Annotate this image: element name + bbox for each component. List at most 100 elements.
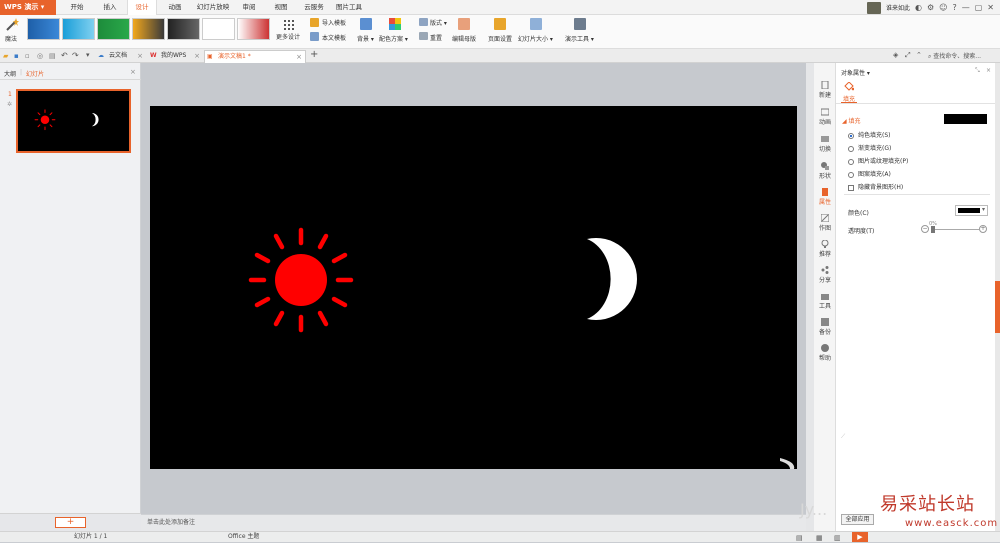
sidebar-item-shape[interactable]: 形状 [814,162,836,180]
new-tab-button[interactable]: + [310,49,318,60]
this-template-button[interactable]: 本文模板 [322,33,346,42]
tab-review[interactable]: 审阅 [236,0,262,15]
theme-thumb-6[interactable] [202,18,235,40]
sidebar-label: 备份 [818,329,831,336]
minus-icon[interactable]: − [921,225,929,233]
tab-my-wps[interactable]: W 我的WPS × [148,50,203,63]
tab-insert[interactable]: 插入 [95,0,125,15]
preview-icon[interactable]: ◎ [37,52,43,60]
slide-canvas[interactable] [150,106,797,469]
radio-picture-fill[interactable]: 图片或纹理填充(P) [848,156,908,165]
close-icon[interactable]: × [296,51,302,63]
import-template-button[interactable]: 导入模板 [322,18,346,27]
tab-cloud[interactable]: 云服务 [298,0,330,15]
apply-all-button[interactable]: 全部应用 [841,514,874,525]
sidebar-item-share[interactable]: 分享 [814,266,836,284]
close-icon[interactable]: × [137,50,143,62]
sidebar-item-help[interactable]: 帮助 [814,344,836,362]
theme-thumb-1[interactable] [27,18,60,40]
radio-pattern-fill[interactable]: 图案填充(A) [848,169,891,178]
transparency-slider-track[interactable] [931,229,979,230]
hide-background-checkbox[interactable]: 隐藏背景图形(H) [848,182,903,191]
sun-shape[interactable] [248,227,354,333]
panel-collapse-handle[interactable] [995,281,1000,333]
save-icon[interactable]: ▪ [14,52,19,60]
search-box[interactable]: ⌕ 查找命令、搜索... [928,51,998,61]
edit-master-button[interactable]: 编辑母版 [452,34,476,43]
redo-icon[interactable]: ↷ [72,51,79,60]
panel-close-icon[interactable]: × [130,68,136,76]
open-folder-icon[interactable]: ▰ [3,52,8,60]
sidebar-item-properties[interactable]: 属性 [814,188,836,206]
undo-icon[interactable]: ↶ [61,51,68,60]
moon-shape[interactable] [587,238,637,320]
fill-section-header[interactable]: ◢ 填充 [842,116,861,125]
page-setup-button[interactable]: 页面设置 [488,34,512,43]
tab-design[interactable]: 设计 [127,0,157,15]
maximize-icon[interactable]: ▢ [975,3,983,12]
tab-slideshow[interactable]: 幻灯片放映 [192,0,234,15]
slide-size-button[interactable]: 幻灯片大小 ▾ [518,34,553,43]
tab-presentation1[interactable]: ▣ 演示文稿1 * × [204,50,306,63]
color-dropdown[interactable]: ▾ [955,205,988,216]
grid-icon[interactable] [284,20,294,30]
pin-icon[interactable]: ◈ [893,51,898,59]
share-icon[interactable]: ☺ [939,3,947,12]
export-icon[interactable]: ▤ [49,52,56,60]
sidebar-item-backup[interactable]: 备份 [814,318,836,336]
theme-thumb-3[interactable] [97,18,130,40]
expand-icon[interactable]: ⤢ [905,51,911,60]
slide-thumbnail[interactable] [16,89,131,153]
tab-home[interactable]: 开始 [62,0,92,15]
radio-solid-fill[interactable]: 纯色填充(S) [848,130,891,139]
avatar[interactable] [866,1,881,14]
more-designs-button[interactable]: 更多设计 [276,32,300,41]
theme-thumb-7[interactable] [237,18,270,40]
close-icon[interactable]: ✕ [987,3,994,12]
play-slideshow-button[interactable]: ▶ [852,532,868,542]
sidebar-item-new[interactable]: 新建 [814,81,836,99]
resize-grip-icon[interactable]: ⟋ [841,433,845,441]
vertical-scrollbar[interactable] [806,63,814,531]
print-icon[interactable]: ▫ [25,52,30,60]
notes-pane[interactable]: 单击此处添加备注 [141,514,806,531]
color-scheme-button[interactable]: 配色方案 ▾ [379,34,408,43]
pin-icon[interactable]: ⤡ [975,67,980,75]
sidebar-item-drawing[interactable]: 作图 [814,214,836,232]
theme-thumb-4[interactable] [132,18,165,40]
theme-thumb-5[interactable] [167,18,200,40]
magic-wand-icon[interactable] [5,18,19,32]
tab-picture-tools[interactable]: 图片工具 [332,0,366,15]
background-button[interactable]: 背景 ▾ [357,34,374,43]
plus-icon[interactable]: + [979,225,987,233]
skin-icon[interactable]: ◐ [915,3,922,12]
app-menu-button[interactable]: WPS 演示 ▾ [0,0,56,15]
tab-slides[interactable]: 幻灯片 [26,69,44,78]
minimize-icon[interactable]: — [962,3,970,12]
sidebar-item-recommend[interactable]: 推荐 [814,240,836,258]
sidebar-item-tools[interactable]: 工具 [814,292,836,310]
sidebar-item-animation[interactable]: 动画 [814,108,836,126]
magic-label[interactable]: 魔法 [5,34,17,43]
sidebar-item-transition[interactable]: 切换 [814,135,836,153]
presentation-tools-button[interactable]: 演示工具 ▾ [565,34,594,43]
collapse-ribbon-icon[interactable]: ⌃ [916,51,922,59]
tab-view[interactable]: 视图 [268,0,294,15]
chevron-down-icon[interactable]: ▾ [86,51,90,59]
props-title[interactable]: 对象属性 ▾ [841,68,870,77]
layout-button[interactable]: 版式 ▾ [430,18,447,27]
tab-cloud-doc[interactable]: ☁ 云文档 × [96,50,146,63]
user-name[interactable]: 谁来如此 [886,3,910,12]
add-slide-button[interactable]: + [55,517,86,528]
theme-thumb-2[interactable] [62,18,95,40]
help-icon[interactable]: ? [952,3,956,12]
tab-outline[interactable]: 大纲 [4,69,16,78]
reset-button[interactable]: 重置 [430,33,442,42]
close-icon[interactable]: × [986,67,991,74]
tab-animation[interactable]: 动画 [160,0,190,15]
settings-icon[interactable]: ⚙ [927,3,934,12]
radio-gradient-fill[interactable]: 渐变填充(G) [848,143,891,152]
transparency-slider-thumb[interactable] [931,226,935,233]
slide-editor: 单击此处添加备注 [141,63,806,531]
close-icon[interactable]: × [194,50,200,62]
